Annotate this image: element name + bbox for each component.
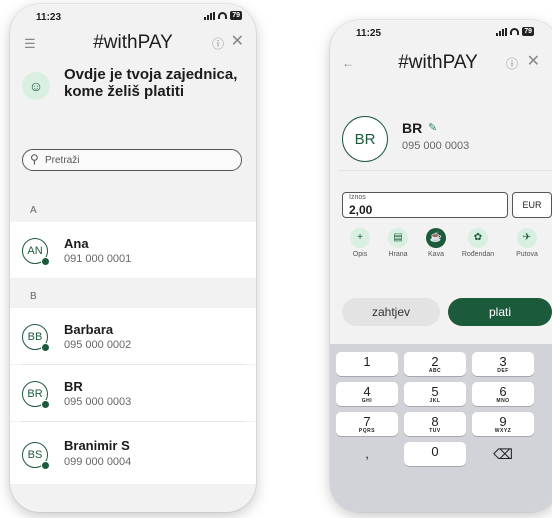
section-letter: A — [30, 205, 37, 216]
close-icon[interactable]: ✕ — [231, 34, 244, 50]
battery-icon: 79 — [522, 27, 534, 36]
pay-badge-icon — [41, 400, 50, 409]
amount-label: Iznos — [349, 194, 366, 201]
signal-icon — [496, 27, 508, 36]
page-title: #withPAY — [398, 52, 478, 73]
birthday-icon: ✿ — [468, 228, 488, 248]
category-label: Opis — [352, 251, 368, 258]
request-button[interactable]: zahtjev — [342, 298, 440, 326]
header: ← #withPAY ⓘ ✕ — [330, 48, 552, 78]
contact-phone: 099 000 0004 — [64, 456, 132, 468]
contact-name: BR — [64, 379, 83, 394]
category-label: Kava — [428, 251, 444, 258]
category-label: Putova — [516, 251, 538, 258]
contact-name: Branimir S — [64, 438, 130, 453]
key-2[interactable]: 2 ABC — [404, 352, 466, 376]
info-icon[interactable]: ⓘ — [506, 57, 518, 71]
key-comma[interactable]: , — [336, 444, 398, 468]
pay-badge-icon — [41, 257, 50, 266]
contact-row[interactable]: BB Barbara 095 000 0002 — [10, 308, 256, 364]
amount-field[interactable]: Iznos 2,00 — [342, 192, 508, 218]
search-icon: ⚲ — [30, 152, 39, 166]
key-7[interactable]: 7 PQRS — [336, 412, 398, 436]
search-placeholder: Pretraži — [45, 155, 80, 166]
category-kava[interactable]: ☕ Kava — [417, 228, 455, 258]
header: ☰ #withPAY ⓘ ✕ — [10, 28, 256, 58]
key-9[interactable]: 9 WXYZ — [472, 412, 534, 436]
signal-icon — [204, 11, 216, 20]
battery-icon: 79 — [230, 11, 242, 20]
category-hrana[interactable]: ▤ Hrana — [379, 228, 417, 258]
category-label: Rođendan — [461, 251, 495, 258]
key-0[interactable]: 0 — [404, 442, 466, 466]
numeric-keypad: 1 2 ABC 3 DEF 4 GHI 5 JKL 6 MNO 7 PQRS 8 TUV 9W… — [330, 344, 552, 512]
pay-button[interactable]: plati — [448, 298, 552, 326]
contact-phone: 091 000 0001 — [64, 253, 132, 265]
category-putovanje[interactable]: ✈ Putova — [508, 228, 546, 258]
recipient-name: BR — [402, 120, 423, 136]
contact-name: Barbara — [64, 322, 114, 337]
edit-pencil-icon[interactable]: ✎ — [428, 121, 437, 134]
category-label: Hrana — [388, 251, 408, 258]
wifi-icon — [218, 12, 228, 19]
wifi-icon — [510, 28, 520, 35]
coffee-icon: ☕ — [426, 228, 446, 248]
key-4[interactable]: 4 GHI — [336, 382, 398, 406]
contact-name: Ana — [64, 236, 89, 251]
page-heading: Ovdje je tvoja zajednica, kome želiš pla… — [64, 66, 238, 100]
status-bar: 11:25 79 — [330, 20, 552, 42]
food-icon: ▤ — [388, 228, 408, 248]
status-time: 11:23 — [36, 12, 62, 23]
community-icon: ☺ — [22, 72, 50, 100]
key-6[interactable]: 6 MNO — [472, 382, 534, 406]
status-time: 11:25 — [356, 28, 382, 39]
backspace-icon[interactable]: ⌫ — [472, 444, 534, 468]
amount-value: 2,00 — [349, 203, 373, 217]
contact-row[interactable]: BR BR 095 000 0003 — [10, 365, 256, 421]
contact-row[interactable]: BS Branimir S 099 000 0004 — [10, 422, 256, 484]
key-8[interactable]: 8 TUV — [404, 412, 466, 436]
travel-icon: ✈ — [517, 228, 537, 248]
pay-badge-icon — [41, 461, 50, 470]
pay-badge-icon — [41, 343, 50, 352]
status-bar: 11:23 79 — [10, 4, 256, 26]
payment-screen: 11:25 79 ← #withPAY ⓘ ✕ BR BR ✎ 095 000 … — [330, 20, 552, 512]
recipient-phone: 095 000 0003 — [402, 140, 470, 152]
divider — [338, 170, 552, 171]
key-3[interactable]: 3 DEF — [472, 352, 534, 376]
contact-row[interactable]: AN Ana 091 000 0001 — [10, 222, 256, 278]
category-rodendan[interactable]: ✿ Rođendan — [459, 228, 497, 258]
key-1[interactable]: 1 — [336, 352, 398, 376]
section-letter: B — [30, 291, 37, 302]
contact-phone: 095 000 0003 — [64, 396, 132, 408]
info-icon[interactable]: ⓘ — [212, 37, 224, 51]
category-opis[interactable]: + Opis — [341, 228, 379, 258]
contact-phone: 095 000 0002 — [64, 339, 132, 351]
contact-list-screen: 11:23 79 ☰ #withPAY ⓘ ✕ ☺ Ovdje je tvoja… — [10, 4, 256, 512]
close-icon[interactable]: ✕ — [527, 54, 540, 70]
search-input[interactable]: ⚲ Pretraži — [22, 149, 242, 171]
recipient-avatar: BR — [342, 116, 388, 162]
add-note-icon: + — [350, 228, 370, 248]
currency-select[interactable]: EUR — [512, 192, 552, 218]
key-5[interactable]: 5 JKL — [404, 382, 466, 406]
